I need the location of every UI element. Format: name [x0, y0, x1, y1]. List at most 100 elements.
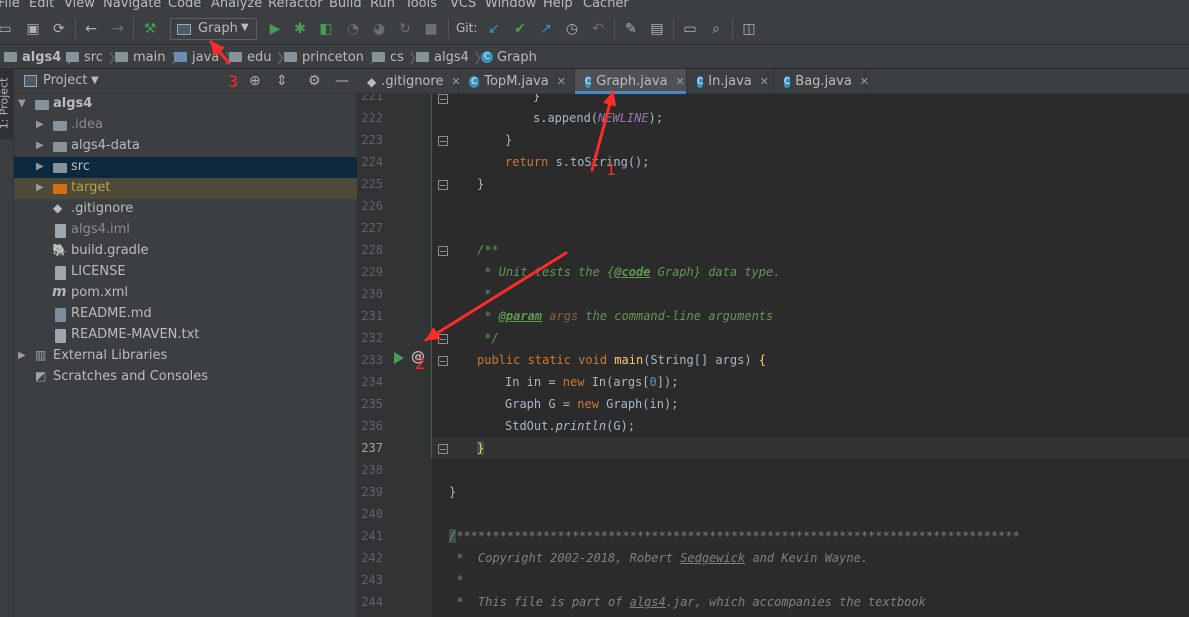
tab-gitignore[interactable]: ◆ .gitignore ✕ [357, 69, 461, 94]
git-history-icon[interactable]: ◷ [563, 20, 581, 38]
tree-item-algs4-iml[interactable]: algs4.iml [14, 220, 357, 241]
tree-item-scratches[interactable]: ◩ Scratches and Consoles [14, 367, 357, 388]
tree-item-readme-maven-txt[interactable]: README-MAVEN.txt [14, 325, 357, 346]
project-tool-window-tab[interactable]: 1: Project [0, 69, 13, 139]
package-icon [284, 52, 297, 62]
gitignore-file-icon: ◆ [53, 201, 63, 215]
close-icon[interactable]: ✕ [557, 75, 566, 88]
collapsed-arrow-icon[interactable]: ▶ [36, 140, 44, 151]
git-push-icon[interactable]: ↗ [537, 20, 555, 38]
forward-icon[interactable]: → [109, 20, 127, 38]
profile-icon[interactable]: ◔ [344, 20, 362, 38]
hide-panel-icon[interactable]: — [335, 73, 349, 89]
breadcrumb-item[interactable]: edu〉 [229, 49, 291, 67]
menu-run[interactable]: Run [370, 0, 395, 11]
close-icon[interactable]: ✕ [860, 75, 869, 88]
menu-code[interactable]: Code [168, 0, 201, 11]
breadcrumb-item[interactable]: princeton〉 [284, 49, 383, 67]
terminal-icon[interactable]: ▭ [681, 20, 699, 38]
git-update-icon[interactable]: ↙ [485, 20, 503, 38]
code-line-224: return s.toString(); [505, 155, 650, 169]
code-editor[interactable]: 221 222 223 224 225 226 227 228 229 230 … [357, 94, 1189, 617]
tab-graph-java[interactable]: C Graph.java ✕ [575, 69, 687, 94]
run-icon[interactable]: ▶ [266, 20, 284, 38]
tab-in-java[interactable]: C In.java ✕ [687, 69, 774, 94]
collapse-all-icon[interactable]: ⇕ [276, 73, 288, 89]
settings-wrench-icon[interactable]: ✎ [622, 20, 640, 38]
collapsed-arrow-icon[interactable]: ▶ [18, 350, 26, 361]
tree-item-license[interactable]: LICENSE [14, 262, 357, 283]
collapsed-arrow-icon[interactable]: ▶ [36, 119, 44, 130]
plugin-icon[interactable]: ◫ [740, 20, 758, 38]
menu-file[interactable]: File [0, 0, 20, 11]
chevron-down-icon[interactable]: ▼ [91, 75, 99, 86]
expanded-arrow-icon[interactable]: ▼ [18, 98, 26, 109]
stop-icon[interactable]: ■ [422, 20, 440, 38]
close-icon[interactable]: ✕ [760, 75, 769, 88]
menu-build[interactable]: Build [329, 0, 362, 11]
menu-cacher[interactable]: Cacher [583, 0, 629, 11]
tree-item-algs4-data[interactable]: ▶ algs4-data [14, 136, 357, 157]
fold-marker-icon[interactable] [438, 136, 448, 146]
collapsed-arrow-icon[interactable]: ▶ [36, 182, 44, 193]
fold-marker-icon[interactable] [438, 180, 448, 190]
project-panel-title[interactable]: Project [43, 73, 87, 88]
git-rollback-icon[interactable]: ↶ [589, 20, 607, 38]
annotation-number-1: 1 [606, 160, 617, 179]
tree-item-external-libraries[interactable]: ▶ ▥ External Libraries [14, 346, 357, 367]
fold-marker-icon[interactable] [438, 334, 448, 344]
tree-item-readme-md[interactable]: README.md [14, 304, 357, 325]
menu-navigate[interactable]: Navigate [103, 0, 161, 11]
tab-topm-java[interactable]: C TopM.java ✕ [459, 69, 575, 94]
tree-label: algs4-data [71, 138, 140, 153]
menu-window[interactable]: Window [485, 0, 536, 11]
menu-view[interactable]: View [64, 0, 95, 11]
tab-bag-java[interactable]: C Bag.java ✕ [774, 69, 869, 94]
gear-icon[interactable]: ⚙ [308, 73, 321, 89]
sync-icon[interactable]: ⟳ [50, 20, 68, 38]
save-icon[interactable]: ▣ [24, 20, 42, 38]
project-structure-icon[interactable]: ▤ [648, 20, 666, 38]
menu-bar: File Edit View Navigate Code Analyze Ref… [0, 0, 1189, 13]
line-number: 226 [361, 199, 383, 213]
back-icon[interactable]: ← [82, 20, 100, 38]
git-commit-icon[interactable]: ✔ [511, 20, 529, 38]
fold-marker-icon[interactable] [438, 356, 448, 366]
menu-analyze[interactable]: Analyze [211, 0, 262, 11]
tree-item-gitignore[interactable]: ◆ .gitignore [14, 199, 357, 220]
tree-item-src[interactable]: ▶ src [14, 157, 357, 178]
menu-tools[interactable]: Tools [405, 0, 437, 11]
code-line-233: public static void main(String[] args) { [477, 353, 767, 367]
main-toolbar: ▭ ▣ ⟳ ← → ⚒ Graph ▼ ▶ ✱ ◧ ◔ ◕ ↻ ■ Git: ↙… [0, 13, 1189, 45]
rerun-icon[interactable]: ↻ [396, 20, 414, 38]
tree-item-algs4[interactable]: ▼ algs4 [14, 94, 357, 115]
close-icon[interactable]: ✕ [676, 75, 685, 88]
debug-bug-icon[interactable]: ✱ [291, 20, 309, 38]
fold-marker-icon[interactable] [438, 94, 448, 104]
fold-marker-icon[interactable] [438, 444, 448, 454]
tree-item-build-gradle[interactable]: 🐘 build.gradle [14, 241, 357, 262]
tree-item-target[interactable]: ▶ target [14, 178, 357, 199]
code-line-239: } [449, 485, 457, 499]
run-main-gutter-icon[interactable] [394, 352, 404, 364]
breadcrumb-item[interactable]: C Graph [481, 49, 537, 65]
menu-refactor[interactable]: Refactor [268, 0, 323, 11]
tab-label: .gitignore [381, 74, 444, 89]
run-coverage-icon[interactable]: ◧ [317, 20, 335, 38]
fold-marker-icon[interactable] [438, 246, 448, 256]
locate-crosshair-icon[interactable]: ⊕ [249, 73, 261, 89]
chevron-down-icon: ▼ [241, 22, 249, 33]
menu-vcs[interactable]: VCS [450, 0, 476, 11]
run-configuration-select[interactable]: Graph ▼ [170, 18, 257, 40]
menu-help[interactable]: Help [543, 0, 573, 11]
collapsed-arrow-icon[interactable]: ▶ [36, 161, 44, 172]
build-hammer-icon[interactable]: ⚒ [141, 20, 159, 38]
tree-item-idea[interactable]: ▶ .idea [14, 115, 357, 136]
breadcrumb-item[interactable]: src〉 [66, 49, 122, 67]
attach-debugger-icon[interactable]: ◕ [370, 20, 388, 38]
tree-item-pom-xml[interactable]: m pom.xml [14, 283, 357, 304]
search-icon[interactable]: ⌕ [707, 20, 725, 38]
menu-edit[interactable]: Edit [29, 0, 54, 11]
breadcrumb-item[interactable]: algs4〉 [416, 49, 488, 67]
open-folder-icon[interactable]: ▭ [0, 20, 14, 38]
